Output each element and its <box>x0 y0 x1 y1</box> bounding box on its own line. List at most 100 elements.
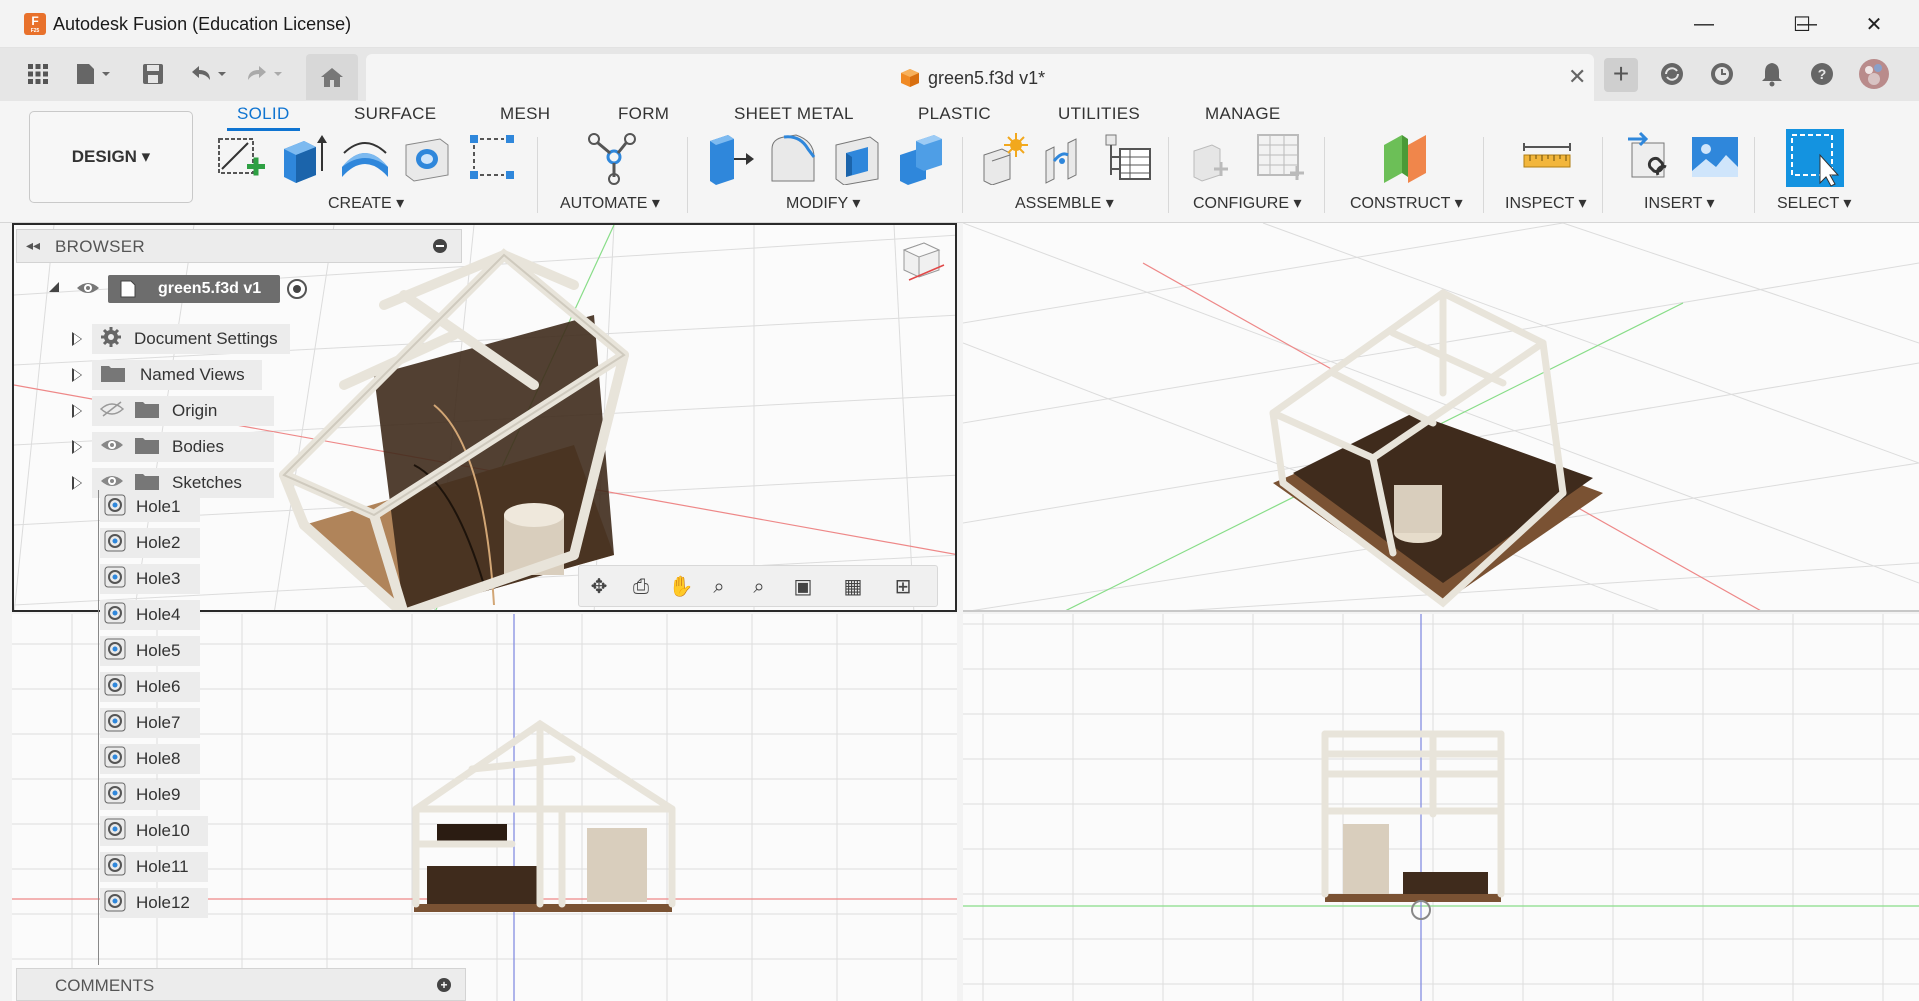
file-menu-icon[interactable] <box>72 58 116 90</box>
offset-plane-icon[interactable] <box>1378 131 1432 185</box>
redo-icon[interactable] <box>244 58 288 90</box>
expand-arrow-icon[interactable] <box>72 332 82 346</box>
hole-icon[interactable] <box>400 131 454 185</box>
viewports-layout-icon[interactable]: ⊞ <box>889 574 917 600</box>
fillet-icon[interactable] <box>766 131 820 185</box>
bill-of-materials-icon[interactable] <box>1102 131 1156 185</box>
configure-group-label[interactable]: CONFIGURE ▾ <box>1193 193 1301 213</box>
inspect-group-label[interactable]: INSPECT ▾ <box>1505 193 1587 213</box>
insert-canvas-icon[interactable] <box>1688 131 1742 185</box>
app-window: F F25 Autodesk Fusion (Education License)… <box>0 0 1919 1001</box>
browser-item-origin[interactable]: Origin <box>92 396 274 426</box>
viewport-side[interactable] <box>963 614 1919 1001</box>
browser-item-bodies[interactable]: Bodies <box>92 432 274 462</box>
help-icon[interactable]: ? <box>1806 58 1838 90</box>
feature-hole10[interactable]: Hole10 <box>100 816 208 846</box>
tab-solid[interactable]: SOLID <box>227 103 299 133</box>
select-group-label[interactable]: SELECT ▾ <box>1777 193 1851 213</box>
tab-mesh[interactable]: MESH <box>500 103 550 133</box>
tab-surface[interactable]: SURFACE <box>354 103 436 133</box>
pan-hand-icon[interactable]: ✋ <box>667 574 695 600</box>
tab-utilities[interactable]: UTILITIES <box>1058 103 1140 133</box>
automate-group-label[interactable]: AUTOMATE ▾ <box>560 193 660 213</box>
tab-sheet-metal[interactable]: SHEET METAL <box>734 103 854 133</box>
maximize-button[interactable]: ☐ <box>1774 0 1830 48</box>
user-avatar[interactable] <box>1856 58 1892 90</box>
close-tab-button[interactable]: ✕ <box>1568 64 1586 90</box>
hidden-eye-icon[interactable] <box>99 400 125 422</box>
assemble-group-label[interactable]: ASSEMBLE ▾ <box>1015 193 1114 213</box>
feature-hole1[interactable]: Hole1 <box>100 492 200 522</box>
extrude-icon[interactable] <box>276 131 330 185</box>
view-cube[interactable] <box>902 242 945 281</box>
expand-arrow-icon[interactable] <box>72 440 82 454</box>
activate-radio-icon[interactable] <box>286 278 308 300</box>
orbit-icon[interactable]: ✥ <box>585 574 613 600</box>
modify-group-label[interactable]: MODIFY ▾ <box>786 193 860 213</box>
tab-manage[interactable]: MANAGE <box>1205 103 1280 133</box>
expand-arrow-icon[interactable] <box>72 476 82 490</box>
save-icon[interactable] <box>138 58 168 90</box>
browser-item-document-settings[interactable]: Document Settings <box>92 324 290 354</box>
feature-hole2[interactable]: Hole2 <box>100 528 200 558</box>
combine-icon[interactable] <box>896 131 950 185</box>
feature-hole3[interactable]: Hole3 <box>100 564 200 594</box>
visibility-eye-icon[interactable] <box>100 473 124 494</box>
visibility-eye-icon[interactable] <box>100 437 124 458</box>
document-tab[interactable]: green5.f3d v1* ✕ <box>366 54 1594 101</box>
app-grid-icon[interactable] <box>22 58 54 90</box>
job-status-icon[interactable] <box>1656 58 1688 90</box>
add-comment-button[interactable]: + <box>437 978 451 992</box>
feature-hole4[interactable]: Hole4 <box>100 600 200 630</box>
fit-zoom-window-icon[interactable]: ⌕ <box>745 574 773 600</box>
visibility-eye-icon[interactable] <box>76 280 100 296</box>
minimize-browser-button[interactable] <box>433 239 447 253</box>
new-component-icon[interactable] <box>978 131 1032 185</box>
collapse-panel-icon[interactable]: ◂◂ <box>26 237 40 254</box>
shell-icon[interactable] <box>830 131 884 185</box>
browser-item-named-views[interactable]: Named Views <box>92 360 262 390</box>
insert-group-label[interactable]: INSERT ▾ <box>1644 193 1715 213</box>
greenhouse-model-side <box>1321 730 1505 920</box>
viewport-iso[interactable] <box>963 223 1919 612</box>
home-icon[interactable] <box>306 54 358 100</box>
browser-panel-header: ◂◂ BROWSER <box>16 229 462 263</box>
feature-hole8[interactable]: Hole8 <box>100 744 200 774</box>
minimize-button-2[interactable]: — <box>1676 0 1732 48</box>
zoom-icon[interactable]: ⌕ <box>705 574 733 600</box>
joint-icon[interactable] <box>1040 131 1094 185</box>
grid-settings-icon[interactable]: ▦ <box>839 574 867 600</box>
feature-hole12[interactable]: Hole12 <box>100 888 208 918</box>
revolve-icon[interactable] <box>338 131 392 185</box>
pattern-icon[interactable] <box>466 131 520 185</box>
create-group-label[interactable]: CREATE ▾ <box>328 193 404 213</box>
hole-feature-icon <box>104 854 126 881</box>
close-window-button[interactable]: ✕ <box>1846 0 1902 48</box>
feature-hole11[interactable]: Hole11 <box>100 852 208 882</box>
look-at-icon[interactable]: ⎙ <box>627 574 655 600</box>
history-clock-icon[interactable] <box>1706 58 1738 90</box>
feature-label: Hole3 <box>136 569 181 588</box>
expand-arrow-icon[interactable] <box>72 404 82 418</box>
expand-arrow-icon[interactable] <box>72 368 82 382</box>
measure-icon[interactable] <box>1520 131 1574 185</box>
ribbon-toolbar: DESIGN ▾ SOLID SURFACE MESH FORM SHEET M… <box>0 101 1919 223</box>
automate-icon[interactable] <box>586 131 640 185</box>
undo-icon[interactable] <box>188 58 232 90</box>
tab-form[interactable]: FORM <box>618 103 669 133</box>
collapse-root-icon[interactable] <box>48 280 59 294</box>
feature-hole6[interactable]: Hole6 <box>100 672 200 702</box>
feature-hole5[interactable]: Hole5 <box>100 636 200 666</box>
create-sketch-icon[interactable] <box>214 131 268 185</box>
feature-hole7[interactable]: Hole7 <box>100 708 200 738</box>
workspace-switcher[interactable]: DESIGN ▾ <box>29 111 193 203</box>
notifications-bell-icon[interactable] <box>1756 58 1788 90</box>
feature-hole9[interactable]: Hole9 <box>100 780 200 810</box>
new-tab-button[interactable]: + <box>1604 58 1638 92</box>
select-icon[interactable] <box>1786 129 1844 187</box>
press-pull-icon[interactable] <box>704 131 758 185</box>
display-settings-icon[interactable]: ▣ <box>789 574 817 600</box>
tab-plastic[interactable]: PLASTIC <box>918 103 991 133</box>
construct-group-label[interactable]: CONSTRUCT ▾ <box>1350 193 1463 213</box>
insert-derive-icon[interactable] <box>1624 131 1678 185</box>
